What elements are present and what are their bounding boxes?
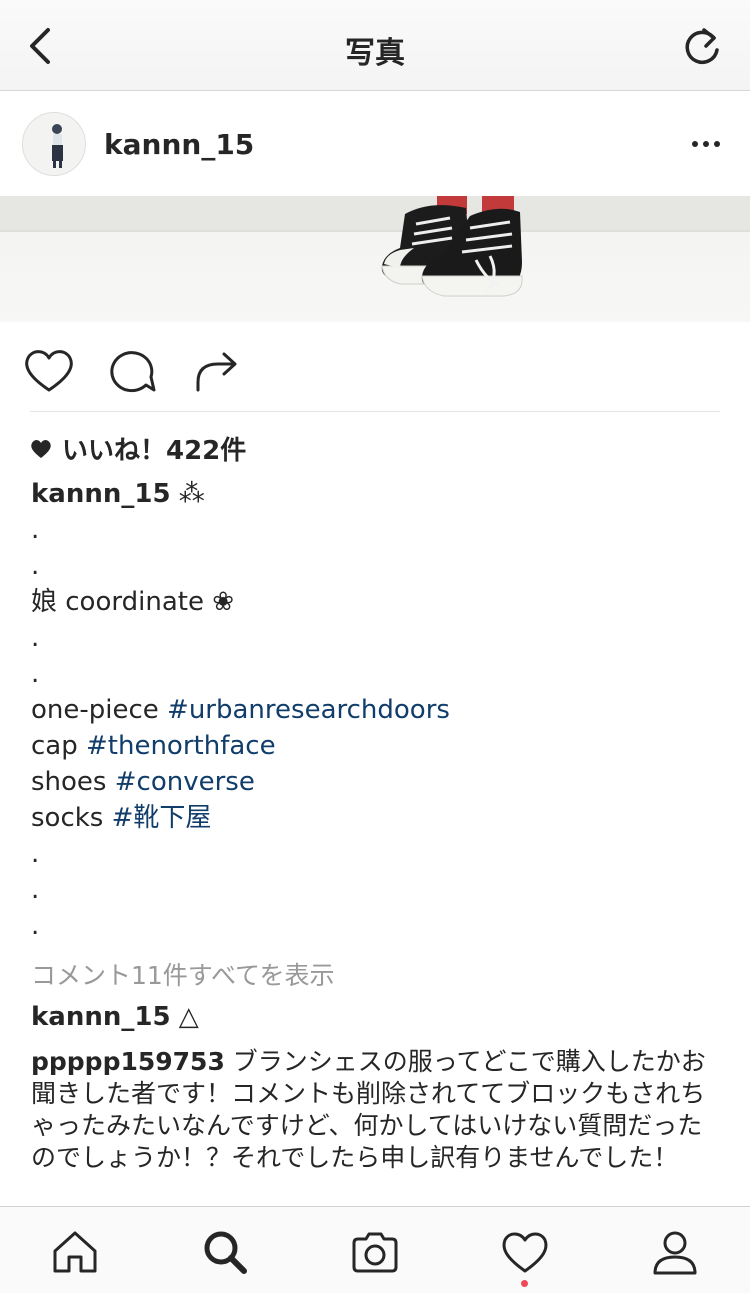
post-photo[interactable] (0, 196, 750, 322)
comment-button[interactable] (106, 344, 160, 398)
caption-line: shoes #converse (31, 764, 731, 800)
post-header: kannn_15 (0, 92, 750, 196)
page-title: 写真 (345, 36, 405, 71)
caption-text: . (31, 839, 40, 869)
caption-text: one-piece (31, 695, 168, 725)
caption-line: . (31, 836, 731, 872)
share-button[interactable] (190, 344, 244, 398)
actions-divider (30, 411, 720, 412)
caption-line: . (31, 620, 731, 656)
like-button[interactable] (22, 344, 76, 398)
caption-text: 娘 coordinate ❀ (31, 587, 234, 617)
caption-line: one-piece #urbanresearchdoors (31, 692, 731, 728)
caption-line: cap #thenorthface (31, 728, 731, 764)
caption-suffix: ⁂ (170, 479, 205, 509)
sneakers-image (0, 196, 750, 297)
caption-username[interactable]: kannn_15 (31, 479, 171, 509)
comment-item: ppppp159753 ブランシェスの服ってどこで購入したかお聞きした者です！コ… (31, 1046, 721, 1174)
tab-camera[interactable] (350, 1227, 400, 1277)
share-arrow-icon (196, 352, 237, 392)
caption-text: shoes (31, 767, 115, 797)
post-username[interactable]: kannn_15 (104, 128, 254, 161)
small-heart-icon (31, 439, 51, 458)
refresh-icon (685, 28, 719, 65)
caption-line: . (31, 872, 731, 908)
profile-icon (653, 1231, 697, 1275)
caption-text: cap (31, 731, 86, 761)
caption-text: . (31, 911, 40, 941)
comment-icon (110, 351, 156, 393)
caption-line: socks #靴下屋 (31, 800, 731, 836)
bottom-tab-bar (0, 1206, 750, 1293)
caption-text: . (31, 875, 40, 905)
caption-line: . (31, 512, 731, 548)
tab-activity[interactable] (500, 1227, 550, 1277)
camera-icon (352, 1232, 398, 1273)
caption-text: socks (31, 803, 112, 833)
caption-text: . (31, 551, 40, 581)
hashtag-link[interactable]: #thenorthface (86, 731, 276, 761)
post-actions (0, 322, 750, 412)
tab-search[interactable] (200, 1227, 250, 1277)
comment-item: kannn_15 △ (31, 1002, 199, 1032)
tab-profile[interactable] (650, 1227, 700, 1277)
search-icon (204, 1231, 247, 1274)
caption-text: . (31, 623, 40, 653)
comment-username[interactable]: kannn_15 (31, 1002, 171, 1032)
avatar-image (23, 113, 85, 175)
post-caption: kannn_15 ⁂ . . 娘 coordinate ❀ . . one-pi… (31, 476, 731, 944)
avatar[interactable] (22, 112, 86, 176)
hashtag-link[interactable]: #urbanresearchdoors (167, 695, 450, 725)
hashtag-link[interactable]: #converse (115, 767, 255, 797)
view-all-comments-link[interactable]: コメント11件すべてを表示 (31, 956, 335, 992)
heart-icon (502, 1232, 548, 1273)
likes-count[interactable]: いいね！422件 (30, 430, 246, 467)
more-options-button[interactable] (690, 130, 722, 158)
caption-line: . (31, 908, 731, 944)
caption-header: kannn_15 ⁂ (31, 476, 731, 512)
caption-line: 娘 coordinate ❀ (31, 584, 731, 620)
caption-line: . (31, 548, 731, 584)
heart-icon (25, 350, 73, 392)
hashtag-link[interactable]: #靴下屋 (112, 803, 212, 833)
caption-text: . (31, 659, 40, 689)
comment-username[interactable]: ppppp159753 (31, 1047, 225, 1076)
caption-line: . (31, 656, 731, 692)
tab-home[interactable] (50, 1227, 100, 1277)
refresh-button[interactable] (680, 24, 724, 68)
home-icon (53, 1231, 97, 1273)
ellipsis-icon (692, 141, 720, 147)
comment-text: △ (170, 1002, 199, 1032)
likes-text: いいね！422件 (62, 436, 247, 466)
notification-dot (521, 1280, 528, 1287)
top-navigation-bar: 写真 (0, 0, 750, 91)
caption-text: . (31, 515, 40, 545)
